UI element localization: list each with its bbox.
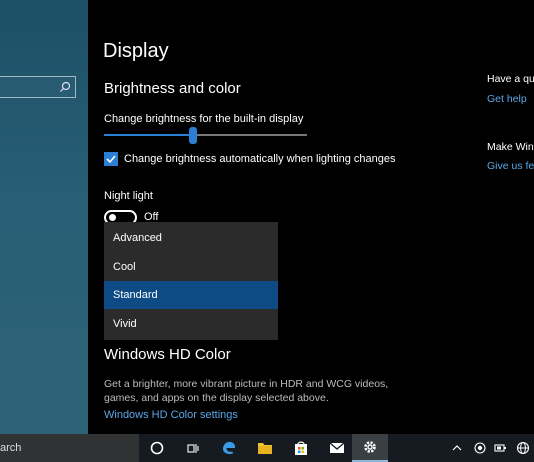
taskbar-search-text: arch: [0, 442, 22, 454]
color-profile-dropdown-list[interactable]: Advanced Cool Standard Vivid: [104, 222, 278, 340]
give-feedback-link[interactable]: Give us fee: [487, 160, 534, 172]
brightness-slider-thumb[interactable]: [189, 127, 198, 144]
dropdown-option-cool[interactable]: Cool: [104, 253, 278, 281]
dropdown-option-advanced[interactable]: Advanced: [104, 224, 278, 252]
hd-color-section-heading: Windows HD Color: [104, 346, 231, 363]
checkmark-icon: [106, 155, 116, 164]
night-light-label: Night light: [104, 190, 153, 202]
cortana-icon[interactable]: [139, 434, 175, 462]
auto-brightness-label[interactable]: Change brightness automatically when lig…: [124, 153, 396, 165]
brightness-section-heading: Brightness and color: [104, 80, 241, 97]
hd-color-settings-link[interactable]: Windows HD Color settings: [104, 409, 238, 421]
task-view-icon[interactable]: [175, 434, 211, 462]
page-title: Display: [103, 40, 169, 62]
chevron-up-icon[interactable]: [446, 434, 468, 462]
settings-gear-icon[interactable]: [352, 434, 388, 462]
dropdown-option-vivid[interactable]: Vivid: [104, 310, 278, 338]
make-windows-better-heading: Make Wind: [487, 141, 534, 153]
get-help-link[interactable]: Get help: [487, 93, 527, 105]
settings-nav-pane: [0, 0, 88, 434]
toggle-knob: [109, 214, 116, 221]
network-globe-icon[interactable]: [512, 434, 534, 462]
brightness-slider-fill: [104, 134, 194, 136]
brightness-slider-label: Change brightness for the built-in displ…: [104, 113, 304, 125]
question-heading: Have a que: [487, 73, 534, 85]
search-icon[interactable]: [59, 80, 71, 98]
taskbar: arch: [0, 434, 534, 462]
hd-color-description: Get a brighter, more vibrant picture in …: [104, 378, 389, 404]
store-icon[interactable]: [283, 434, 319, 462]
mail-icon[interactable]: [319, 434, 355, 462]
record-icon[interactable]: [469, 434, 491, 462]
file-explorer-icon[interactable]: [247, 434, 283, 462]
taskbar-search-box[interactable]: arch: [0, 434, 139, 462]
battery-icon[interactable]: [490, 434, 512, 462]
display-settings-panel: Display Brightness and color Change brig…: [88, 0, 534, 434]
brightness-slider-track[interactable]: [104, 134, 307, 136]
edge-icon[interactable]: [211, 434, 247, 462]
find-setting-input[interactable]: [0, 76, 76, 98]
auto-brightness-checkbox[interactable]: [104, 152, 118, 166]
dropdown-option-standard[interactable]: Standard: [104, 281, 278, 309]
